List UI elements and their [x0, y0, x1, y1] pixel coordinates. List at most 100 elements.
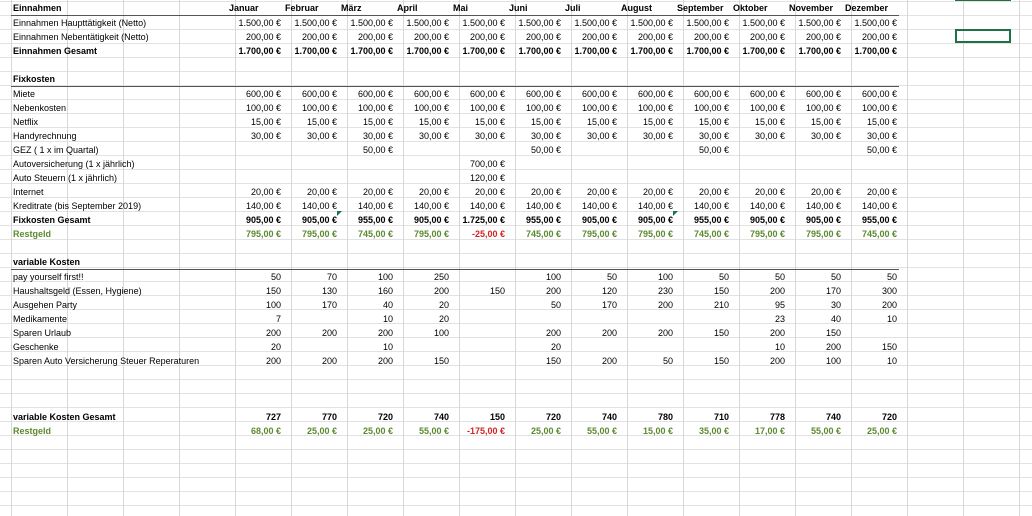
value-cell[interactable]: 600,00 € — [843, 87, 899, 102]
row-label[interactable]: Ausgehen Party — [11, 298, 227, 312]
value-cell[interactable]: 600,00 € — [563, 87, 619, 102]
row-label[interactable]: Geschenke — [11, 340, 227, 354]
value-cell[interactable]: 30,00 € — [675, 129, 731, 143]
value-cell[interactable] — [451, 340, 507, 354]
empty-cell[interactable] — [283, 72, 339, 87]
value-cell[interactable]: 200 — [283, 354, 339, 368]
value-cell[interactable]: 100 — [619, 270, 675, 285]
value-cell[interactable]: 200,00 € — [731, 30, 787, 44]
value-cell[interactable]: 20,00 € — [339, 185, 395, 199]
value-cell[interactable]: 15,00 € — [339, 115, 395, 129]
empty-cell[interactable] — [675, 58, 731, 72]
value-cell[interactable]: 955,00 € — [507, 213, 563, 227]
value-cell[interactable]: 1.700,00 € — [619, 44, 675, 58]
value-cell[interactable]: 30,00 € — [451, 129, 507, 143]
value-cell[interactable]: 50,00 € — [507, 143, 563, 157]
value-cell[interactable]: 905,00 € — [731, 213, 787, 227]
value-cell[interactable]: 1.500,00 € — [619, 16, 675, 31]
value-cell[interactable] — [451, 298, 507, 312]
value-cell[interactable] — [227, 143, 283, 157]
value-cell[interactable]: 905,00 € — [283, 213, 339, 227]
value-cell[interactable]: 200 — [619, 326, 675, 340]
value-cell[interactable] — [283, 312, 339, 326]
value-cell[interactable]: 780 — [619, 410, 675, 424]
value-cell[interactable]: 50 — [731, 270, 787, 285]
value-cell[interactable]: 35,00 € — [675, 424, 731, 438]
value-cell[interactable]: 50,00 € — [675, 143, 731, 157]
value-cell[interactable]: 20,00 € — [507, 185, 563, 199]
value-cell[interactable]: 55,00 € — [787, 424, 843, 438]
value-cell[interactable] — [563, 171, 619, 185]
row-label[interactable]: Kreditrate (bis September 2019) — [11, 199, 227, 213]
row-label[interactable]: Fixkosten Gesamt — [11, 213, 227, 227]
row-label[interactable]: Medikamente — [11, 312, 227, 326]
value-cell[interactable]: 1.500,00 € — [787, 16, 843, 31]
value-cell[interactable]: 15,00 € — [283, 115, 339, 129]
value-cell[interactable]: 140,00 € — [731, 199, 787, 213]
empty-cell[interactable] — [451, 382, 507, 396]
empty-cell[interactable] — [339, 396, 395, 410]
empty-cell[interactable] — [843, 255, 899, 270]
value-cell[interactable] — [227, 157, 283, 171]
value-cell[interactable]: 1.700,00 € — [563, 44, 619, 58]
value-cell[interactable]: 700,00 € — [451, 157, 507, 171]
value-cell[interactable]: 600,00 € — [395, 87, 451, 102]
value-cell[interactable]: 140,00 € — [619, 199, 675, 213]
empty-cell[interactable] — [675, 241, 731, 255]
value-cell[interactable] — [731, 157, 787, 171]
empty-cell[interactable] — [787, 72, 843, 87]
value-cell[interactable]: 30,00 € — [339, 129, 395, 143]
empty-cell[interactable] — [563, 382, 619, 396]
row-label[interactable]: Autoversicherung (1 x jährlich) — [11, 157, 227, 171]
value-cell[interactable]: 795,00 € — [395, 227, 451, 241]
empty-cell[interactable] — [227, 58, 283, 72]
value-cell[interactable]: 600,00 € — [507, 87, 563, 102]
value-cell[interactable]: 200,00 € — [787, 30, 843, 44]
value-cell[interactable]: 1.500,00 € — [675, 16, 731, 31]
empty-cell[interactable] — [731, 241, 787, 255]
value-cell[interactable]: 20 — [227, 340, 283, 354]
value-cell[interactable] — [731, 171, 787, 185]
value-cell[interactable]: 50 — [675, 270, 731, 285]
value-cell[interactable]: 200,00 € — [619, 30, 675, 44]
value-cell[interactable] — [451, 354, 507, 368]
section-title[interactable]: Fixkosten — [11, 72, 227, 87]
empty-cell[interactable] — [395, 382, 451, 396]
value-cell[interactable]: 150 — [843, 340, 899, 354]
value-cell[interactable] — [563, 312, 619, 326]
row-label[interactable]: Sparen Auto Versicherung Steuer Reperatu… — [11, 354, 227, 368]
value-cell[interactable]: 7 — [227, 312, 283, 326]
month-header[interactable]: September — [675, 1, 731, 16]
value-cell[interactable]: 30,00 € — [731, 129, 787, 143]
empty-cell[interactable] — [731, 382, 787, 396]
value-cell[interactable]: 20,00 € — [451, 185, 507, 199]
row-label[interactable]: Einnahmen Haupttätigkeit (Netto) — [11, 16, 227, 31]
empty-cell[interactable] — [227, 396, 283, 410]
value-cell[interactable]: 745,00 € — [339, 227, 395, 241]
empty-cell[interactable] — [451, 255, 507, 270]
value-cell[interactable]: 600,00 € — [731, 87, 787, 102]
value-cell[interactable]: 150 — [507, 354, 563, 368]
row-label[interactable]: variable Kosten Gesamt — [11, 410, 227, 424]
value-cell[interactable]: 200 — [507, 284, 563, 298]
value-cell[interactable]: 600,00 € — [339, 87, 395, 102]
value-cell[interactable]: 1.700,00 € — [339, 44, 395, 58]
value-cell[interactable] — [843, 326, 899, 340]
value-cell[interactable]: 30,00 € — [619, 129, 675, 143]
empty-cell[interactable] — [395, 396, 451, 410]
value-cell[interactable] — [843, 171, 899, 185]
value-cell[interactable] — [395, 340, 451, 354]
row-label[interactable]: Restgeld — [11, 227, 227, 241]
value-cell[interactable]: 100,00 € — [227, 101, 283, 115]
value-cell[interactable]: 200,00 € — [339, 30, 395, 44]
value-cell[interactable]: 200 — [507, 326, 563, 340]
empty-cell[interactable] — [731, 396, 787, 410]
value-cell[interactable]: 25,00 € — [339, 424, 395, 438]
value-cell[interactable] — [787, 157, 843, 171]
value-cell[interactable]: 150 — [675, 354, 731, 368]
value-cell[interactable]: 100,00 € — [283, 101, 339, 115]
month-header[interactable]: November — [787, 1, 843, 16]
empty-cell[interactable] — [563, 368, 619, 382]
value-cell[interactable] — [619, 171, 675, 185]
month-header[interactable]: Januar — [227, 1, 283, 16]
